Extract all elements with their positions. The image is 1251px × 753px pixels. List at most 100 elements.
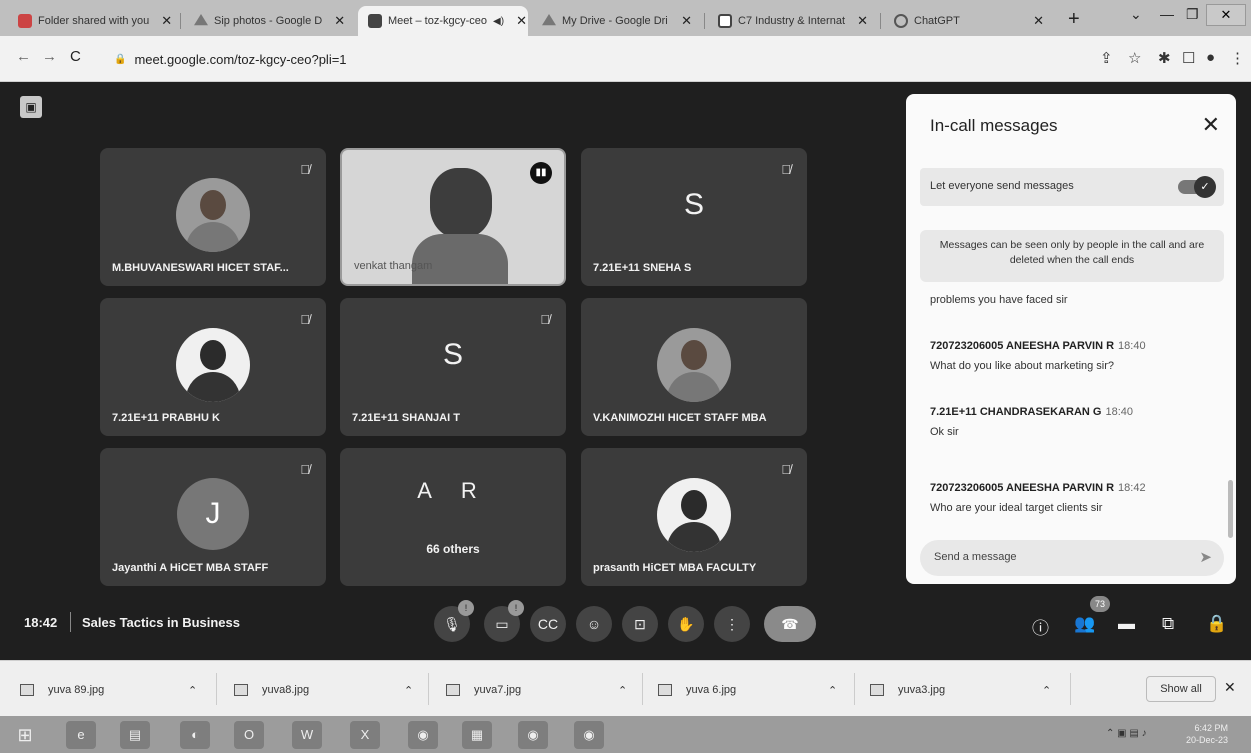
show-all-downloads-button[interactable]: Show all — [1146, 676, 1216, 702]
side-panel-icon[interactable]: ☐ — [1182, 49, 1195, 67]
window-close-button[interactable]: ✕ — [1206, 4, 1246, 26]
close-tab-icon[interactable]: ✕ — [675, 13, 692, 29]
raise-hand-button[interactable]: ✋ — [668, 606, 704, 642]
tab-title: C7 Industry & Internat — [738, 15, 845, 27]
reload-button[interactable]: C — [70, 48, 81, 65]
download-item[interactable]: yuva8.jpg — [234, 679, 309, 701]
tab-my-drive[interactable]: My Drive - Google Dri ✕ — [532, 6, 702, 36]
chrome-profile-icon[interactable]: ◉ — [574, 721, 604, 749]
download-options-chevron-icon[interactable]: ⌃ — [828, 679, 837, 701]
system-clock[interactable]: 6:42 PM 20-Dec-23 — [1186, 722, 1228, 746]
tab-chatgpt[interactable]: ChatGPT ✕ — [884, 6, 1054, 36]
others-count: 66 others — [426, 542, 480, 556]
new-tab-button[interactable]: + — [1068, 8, 1080, 31]
tab-sip-photos[interactable]: Sip photos - Google D ✕ — [184, 6, 354, 36]
windows-start-icon[interactable]: ⊞ — [10, 721, 40, 749]
gmail-icon — [18, 14, 32, 28]
send-icon[interactable]: ➤ — [1199, 548, 1212, 566]
forward-button[interactable]: → — [42, 48, 57, 65]
menu-kebab-icon[interactable]: ⋮ — [1230, 49, 1245, 67]
close-tab-icon[interactable]: ✕ — [510, 13, 527, 29]
emoji-reaction-button[interactable]: ☺ — [576, 606, 612, 642]
activities-icon[interactable]: ⧉ — [1162, 614, 1174, 634]
download-item[interactable]: yuva7.jpg — [446, 679, 521, 701]
mic-toggle-button[interactable]: 🎙! — [434, 600, 474, 642]
tab-meet[interactable]: Meet – toz-kgcy-ceo ◀) ✕ — [358, 6, 528, 36]
participant-tile[interactable]: 🎙̸ J Jayanthi A HiCET MBA STAFF — [100, 448, 326, 586]
close-tab-icon[interactable]: ✕ — [155, 13, 172, 29]
tab-search-icon[interactable]: ⌄ — [1130, 6, 1142, 23]
meeting-title: Sales Tactics in Business — [82, 615, 240, 630]
chrome-icon[interactable]: ◉ — [408, 721, 438, 749]
tab-title: My Drive - Google Dri — [562, 15, 668, 27]
participant-tile[interactable]: 🎙̸ M.BHUVANESWARI HICET STAF... — [100, 148, 326, 286]
mic-off-icon: 🎙̸ — [781, 462, 791, 477]
close-tab-icon[interactable]: ✕ — [328, 13, 345, 29]
download-item[interactable]: yuva 89.jpg — [20, 679, 104, 701]
participant-tile-active-speaker[interactable]: ▮▮ venkat thangam — [340, 148, 566, 286]
download-options-chevron-icon[interactable]: ⌃ — [404, 679, 413, 701]
tab-folder-shared[interactable]: Folder shared with you ✕ — [8, 6, 178, 36]
participant-name: 7.21E+11 SHANJAI T — [352, 412, 460, 424]
excel-icon[interactable]: X — [350, 721, 380, 749]
bookmark-star-icon[interactable]: ☆ — [1128, 49, 1141, 67]
panel-title: In-call messages — [930, 116, 1058, 135]
allow-messages-toggle[interactable]: ✓ — [1178, 176, 1216, 198]
file-explorer-icon[interactable]: ▤ — [120, 721, 150, 749]
tab-title: ChatGPT — [914, 15, 960, 27]
calculator-icon[interactable]: ▦ — [462, 721, 492, 749]
participant-tile[interactable]: 🎙̸ S 7.21E+11 SNEHA S — [581, 148, 807, 286]
word-icon[interactable]: W — [292, 721, 322, 749]
more-options-button[interactable]: ⋮ — [714, 606, 750, 642]
present-screen-button[interactable]: ⊡ — [622, 606, 658, 642]
mic-off-icon: 🎙̸ — [300, 312, 310, 327]
captions-button[interactable]: CC — [530, 606, 566, 642]
avatar — [176, 328, 250, 402]
chat-icon[interactable]: ▬ — [1118, 614, 1135, 634]
tab-c7-industry[interactable]: C7 Industry & Internat ✕ — [708, 6, 878, 36]
close-panel-icon[interactable]: ✕ — [1202, 112, 1220, 138]
participant-tile[interactable]: 🎙̸ prasanth HiCET MBA FACULTY — [581, 448, 807, 586]
meeting-details-icon[interactable]: ⓘ — [1032, 614, 1049, 639]
extensions-icon[interactable]: ✱ — [1158, 49, 1171, 67]
maximize-button[interactable]: ❐ — [1186, 6, 1199, 23]
download-item[interactable]: yuva3.jpg — [870, 679, 945, 701]
avatar — [657, 478, 731, 552]
mic-off-icon: 🎙̸ — [300, 462, 310, 477]
participant-tile[interactable]: V.KANIMOZHI HICET STAFF MBA — [581, 298, 807, 436]
download-filename: yuva3.jpg — [898, 684, 946, 696]
layout-icon[interactable]: ▣ — [20, 96, 42, 118]
internet-explorer-icon[interactable]: e — [66, 721, 96, 749]
chat-scrollbar[interactable] — [1228, 480, 1233, 538]
chrome-profile-icon[interactable]: ◉ — [518, 721, 548, 749]
message-item: 720723206005 ANEESHA PARVIN R 18:42 Who a… — [930, 478, 1220, 514]
minimize-button[interactable]: — — [1160, 6, 1174, 22]
participant-count-badge: 73 — [1090, 596, 1110, 612]
download-options-chevron-icon[interactable]: ⌃ — [188, 679, 197, 701]
people-icon[interactable]: 👥 — [1074, 614, 1095, 634]
camera-toggle-button[interactable]: ▭! — [484, 600, 524, 642]
close-tab-icon[interactable]: ✕ — [1027, 13, 1044, 29]
opera-icon[interactable]: O — [234, 721, 264, 749]
send-message-input[interactable]: Send a message ➤ — [920, 540, 1224, 576]
close-downloads-icon[interactable]: ✕ — [1224, 679, 1236, 696]
download-item[interactable]: yuva 6.jpg — [658, 679, 736, 701]
leave-call-button[interactable]: ☎ — [764, 606, 816, 642]
others-tile[interactable]: A R 66 others — [340, 448, 566, 586]
host-controls-icon[interactable]: 🔒 — [1206, 614, 1227, 634]
share-icon[interactable]: ⇪ — [1100, 49, 1113, 67]
back-button[interactable]: ← — [16, 48, 31, 65]
tab-title: Folder shared with you — [38, 15, 150, 27]
download-options-chevron-icon[interactable]: ⌃ — [618, 679, 627, 701]
media-player-icon[interactable]: ◐ — [180, 721, 210, 749]
participant-tile[interactable]: 🎙̸ 7.21E+11 PRABHU K — [100, 298, 326, 436]
lock-icon: 🔒 — [114, 53, 127, 65]
download-options-chevron-icon[interactable]: ⌃ — [1042, 679, 1051, 701]
profile-avatar-icon[interactable]: ● — [1206, 49, 1215, 66]
system-tray-icons[interactable]: ⌃ ▣ ▤ ♪ — [1106, 728, 1147, 739]
close-tab-icon[interactable]: ✕ — [851, 13, 868, 29]
emoji-icon: ☺ — [586, 616, 602, 632]
toggle-label: Let everyone send messages — [930, 180, 1074, 192]
url-input[interactable]: 🔒 meet.google.com/toz-kgcy-ceo?pli=1 — [104, 44, 1144, 74]
participant-tile[interactable]: 🎙̸ S 7.21E+11 SHANJAI T — [340, 298, 566, 436]
